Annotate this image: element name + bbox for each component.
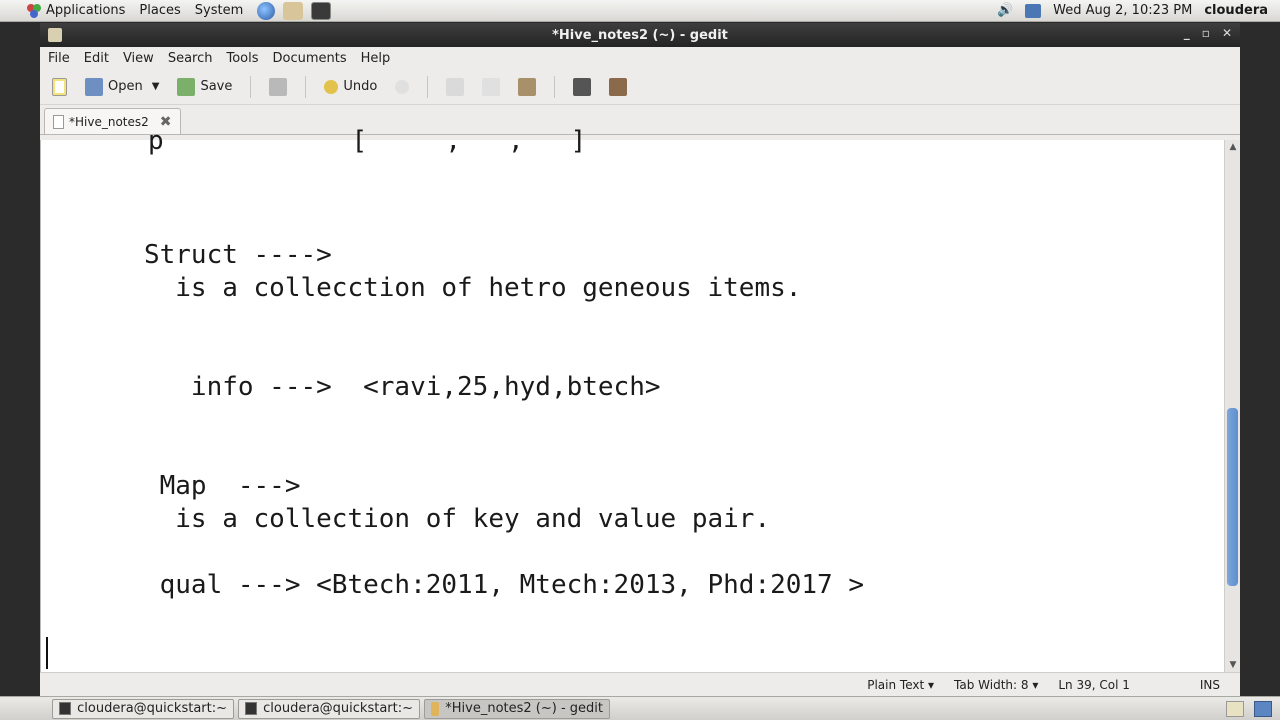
document-icon [53, 114, 64, 129]
open-button[interactable]: Open ▼ [79, 74, 165, 100]
paste-button[interactable] [512, 74, 542, 100]
editor-line[interactable]: Struct ----> [97, 239, 864, 272]
copy-icon [482, 77, 501, 96]
menu-help[interactable]: Help [361, 51, 391, 66]
cut-button[interactable] [440, 74, 470, 100]
cursor-position: Ln 39, Col 1 [1058, 677, 1130, 692]
top-panel: Applications Places System 🔊 Wed Aug 2, … [0, 0, 1280, 22]
undo-icon [324, 79, 339, 94]
find-replace-button[interactable] [603, 74, 633, 100]
menu-documents[interactable]: Documents [273, 51, 347, 66]
undo-button[interactable]: Undo [318, 75, 383, 98]
gedit-window: *Hive_notes2 (~) - gedit _ ▫ ✕ File Edit… [40, 23, 1240, 696]
taskbar-item-gedit[interactable]: *Hive_notes2 (~) - gedit [424, 698, 610, 719]
print-icon [269, 77, 288, 96]
find-button[interactable] [567, 74, 597, 100]
close-window-button[interactable]: ✕ [1222, 26, 1232, 40]
toolbar-separator [305, 75, 307, 98]
terminal-launcher-icon[interactable] [311, 1, 332, 20]
editor-line[interactable] [97, 404, 864, 437]
title-bar[interactable]: *Hive_notes2 (~) - gedit _ ▫ ✕ [40, 23, 1240, 47]
toolbar-separator [554, 75, 556, 98]
save-button[interactable]: Save [171, 74, 238, 100]
terminal-icon [59, 702, 72, 715]
minimize-button[interactable]: _ [1184, 26, 1190, 40]
tab-width-selector[interactable]: Tab Width: 8 ▾ [944, 678, 1048, 692]
editor-line[interactable] [97, 140, 864, 173]
menu-bar: File Edit View Search Tools Documents He… [40, 47, 1240, 69]
cut-icon [446, 77, 465, 96]
editor-line[interactable]: is a collection of key and value pair. [97, 503, 864, 536]
user-menu[interactable]: cloudera [1204, 3, 1268, 18]
menu-tools[interactable]: Tools [226, 51, 258, 66]
editor-line[interactable]: info ---> <ravi,25,hyd,btech> [97, 371, 864, 404]
paste-icon [518, 77, 537, 96]
maximize-button[interactable]: ▫ [1202, 26, 1210, 40]
scrollbar-thumb[interactable] [1227, 408, 1238, 586]
editor-line[interactable] [97, 602, 864, 635]
workspace-switcher-icon[interactable] [1254, 700, 1272, 717]
editor-line[interactable] [97, 536, 864, 569]
taskbar-item-terminal-2[interactable]: cloudera@quickstart:~ [238, 698, 420, 719]
menu-applications[interactable]: Applications [46, 3, 125, 18]
scroll-down-icon[interactable]: ▼ [1225, 658, 1241, 672]
menu-view[interactable]: View [123, 51, 154, 66]
editor-line[interactable] [97, 206, 864, 239]
redo-icon [395, 79, 410, 94]
browser-launcher-icon[interactable] [257, 1, 276, 20]
window-title: *Hive_notes2 (~) - gedit [552, 27, 728, 43]
copy-button[interactable] [476, 74, 506, 100]
new-document-icon [52, 77, 67, 96]
editor-line[interactable] [97, 635, 864, 668]
network-icon[interactable] [1025, 3, 1042, 18]
editor-line[interactable]: Map ---> [97, 470, 864, 503]
redo-button[interactable] [389, 76, 415, 98]
editor-line[interactable]: is a collecction of hetro geneous items. [97, 272, 864, 305]
editor-line[interactable] [97, 437, 864, 470]
binoculars-icon [573, 77, 592, 96]
print-button[interactable] [263, 74, 293, 100]
menu-places[interactable]: Places [139, 3, 180, 18]
text-cursor [46, 637, 48, 669]
language-selector[interactable]: Plain Text ▾ [857, 678, 944, 692]
scroll-up-icon[interactable]: ▲ [1225, 140, 1241, 154]
applications-icon[interactable] [26, 3, 42, 19]
menu-system[interactable]: System [195, 3, 243, 18]
save-icon [177, 77, 196, 96]
taskbar-item-terminal-1[interactable]: cloudera@quickstart:~ [52, 698, 234, 719]
menu-edit[interactable]: Edit [84, 51, 109, 66]
insert-mode: INS [1199, 677, 1220, 692]
editor-content[interactable]: Struct ----> is a collecction of hetro g… [97, 140, 864, 701]
taskbar-label: cloudera@quickstart:~ [77, 701, 227, 716]
editor-line[interactable] [97, 305, 864, 338]
status-bar: Plain Text ▾ Tab Width: 8 ▾ Ln 39, Col 1… [40, 672, 1240, 696]
gedit-icon [431, 701, 440, 716]
open-label: Open [108, 79, 143, 94]
chevron-down-icon[interactable]: ▼ [152, 81, 160, 92]
save-label: Save [200, 79, 233, 94]
notes-icon[interactable] [1226, 700, 1244, 717]
volume-icon[interactable]: 🔊 [997, 3, 1013, 18]
vertical-scrollbar[interactable]: ▲ ▼ [1224, 140, 1240, 672]
menu-search[interactable]: Search [168, 51, 213, 66]
editor-line[interactable] [97, 173, 864, 206]
mail-launcher-icon[interactable] [283, 1, 304, 20]
editor-line[interactable]: qual ---> <Btech:2011, Mtech:2013, Phd:2… [97, 569, 864, 602]
editor-line[interactable] [97, 338, 864, 371]
find-replace-icon [609, 77, 628, 96]
taskbar-label: cloudera@quickstart:~ [263, 701, 413, 716]
folder-open-icon [85, 77, 103, 96]
taskbar-label: *Hive_notes2 (~) - gedit [445, 701, 603, 716]
toolbar-separator [250, 75, 252, 98]
window-icon[interactable] [48, 28, 62, 42]
terminal-icon [245, 702, 258, 715]
toolbar: Open ▼ Save Undo [40, 69, 1240, 105]
menu-file[interactable]: File [48, 51, 70, 66]
clock[interactable]: Wed Aug 2, 10:23 PM [1053, 3, 1192, 18]
new-button[interactable] [46, 74, 73, 100]
undo-label: Undo [343, 79, 378, 94]
bottom-panel: cloudera@quickstart:~ cloudera@quickstar… [0, 696, 1280, 720]
toolbar-separator [427, 75, 429, 98]
text-editor[interactable]: p [ , , ] Struct ----> is a collecction … [40, 126, 1240, 672]
